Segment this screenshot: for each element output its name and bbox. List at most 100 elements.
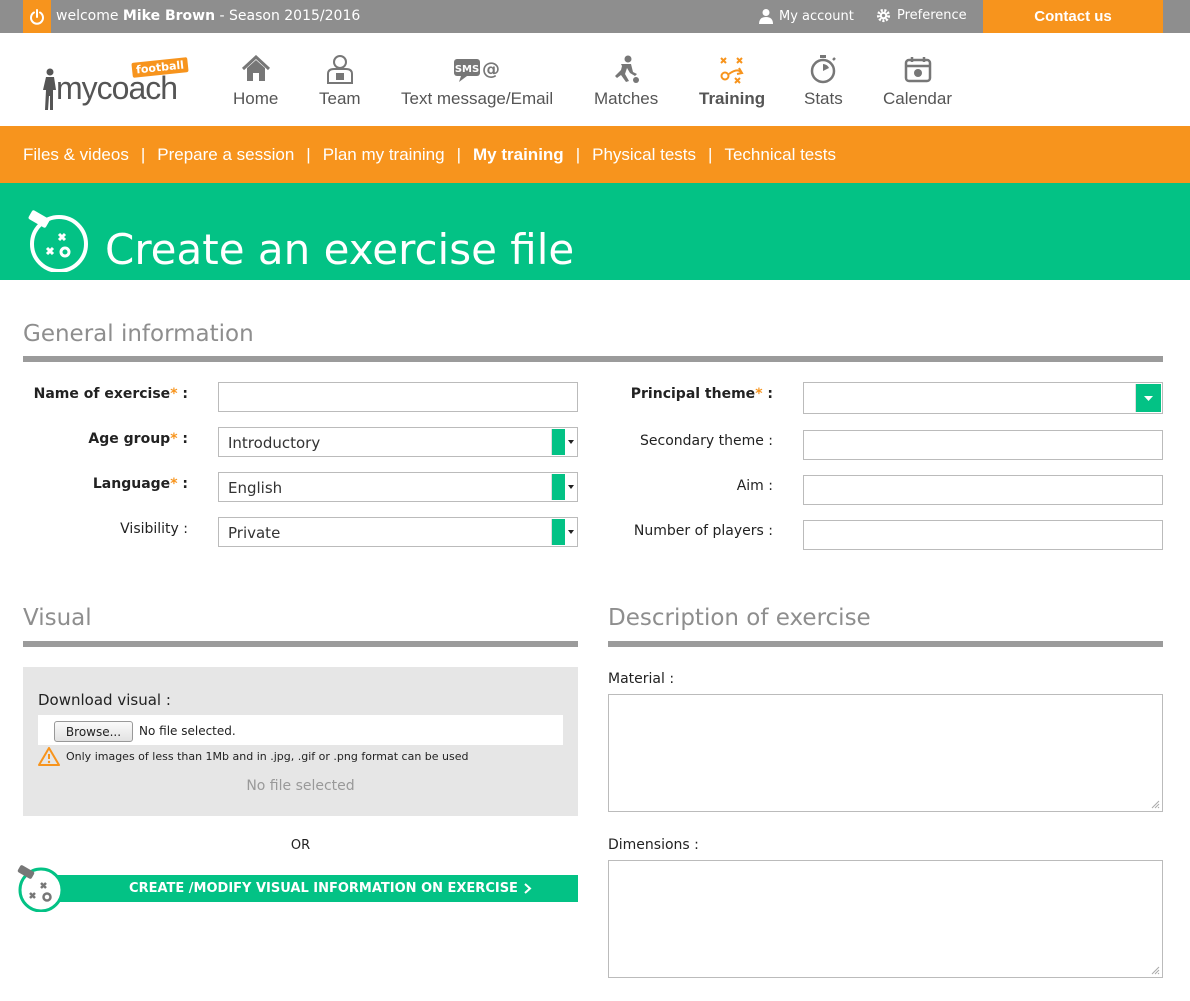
subnav-prepare-session[interactable]: Prepare a session — [157, 145, 294, 165]
nav-matches-label: Matches — [594, 89, 659, 108]
stopwatch-icon — [807, 53, 839, 85]
language-value: English — [228, 479, 283, 497]
caret-down-icon — [567, 530, 574, 534]
user-icon — [759, 9, 773, 24]
green-select-tab — [551, 519, 565, 545]
age-group-value: Introductory — [228, 434, 321, 452]
subnav-separator: | — [708, 144, 713, 164]
tactics-board-icon — [28, 210, 88, 272]
subnav-files-videos[interactable]: Files & videos — [23, 145, 129, 165]
visibility-select[interactable]: Private — [218, 517, 578, 547]
home-icon — [240, 53, 272, 85]
required-mark: * — [170, 386, 178, 402]
subnav-my-training[interactable]: My training — [473, 145, 564, 165]
visibility-label: Visibility : — [120, 521, 188, 537]
nav-training[interactable]: Training — [699, 53, 765, 113]
resize-grip-icon[interactable] — [1151, 966, 1160, 975]
season-label: - Season 2015/2016 — [219, 8, 361, 24]
age-group-label: Age group* : — [88, 431, 188, 447]
required-mark: * — [755, 386, 763, 402]
age-group-select[interactable]: Introductory — [218, 427, 578, 457]
mycoach-logo[interactable]: mycoach football — [40, 57, 200, 115]
my-account-link[interactable]: My account — [759, 8, 854, 24]
number-of-players-label: Number of players : — [633, 523, 773, 539]
sms-icon: SMS @ — [452, 53, 502, 85]
browse-button[interactable]: Browse... — [54, 721, 133, 742]
label-colon: : — [762, 386, 773, 402]
tactics-board-icon — [17, 865, 64, 912]
welcome-prefix: welcome — [56, 8, 119, 24]
name-label-text: Name of exercise — [33, 386, 171, 402]
nav-team-label: Team — [319, 89, 361, 108]
nav-team[interactable]: Team — [319, 53, 361, 113]
user-name: Mike Brown — [122, 8, 216, 24]
subnav-plan-training[interactable]: Plan my training — [323, 145, 445, 165]
nav-matches[interactable]: Matches — [594, 53, 658, 113]
subnav-physical-tests[interactable]: Physical tests — [592, 145, 696, 165]
language-label: Language* : — [93, 476, 188, 492]
language-select[interactable]: English — [218, 472, 578, 502]
subnav-separator: | — [306, 144, 311, 164]
svg-text:SMS: SMS — [455, 64, 479, 75]
secondary-theme-label: Secondary theme : — [640, 433, 773, 449]
select-arrow-button[interactable] — [564, 474, 576, 500]
material-textarea[interactable] — [608, 694, 1163, 812]
age-label-text: Age group — [88, 431, 171, 447]
name-of-exercise-input[interactable] — [218, 382, 578, 412]
subnav-separator: | — [140, 144, 146, 164]
preference-label: Preference — [897, 8, 967, 23]
label-colon: : — [177, 476, 188, 492]
material-label: Material : — [608, 671, 675, 687]
subnav-separator: | — [456, 144, 462, 164]
number-of-players-input[interactable] — [803, 520, 1163, 550]
file-status: No file selected. — [139, 724, 236, 738]
dimensions-label: Dimensions : — [608, 837, 699, 853]
logo-text: mycoach — [56, 70, 178, 106]
main-header: mycoach football Home Team SMS @ Text me… — [0, 33, 1190, 126]
gear-icon — [876, 8, 891, 23]
caret-down-icon — [567, 440, 574, 444]
principal-theme-select[interactable] — [803, 382, 1163, 414]
file-input[interactable]: Browse... No file selected. — [38, 715, 563, 745]
principal-theme-arrow[interactable] — [1135, 384, 1161, 412]
select-arrow-button[interactable] — [564, 519, 576, 545]
contact-us-button[interactable]: Contact us — [983, 0, 1163, 33]
nav-home[interactable]: Home — [233, 53, 278, 113]
nav-stats[interactable]: Stats — [804, 53, 843, 113]
name-of-exercise-label: Name of exercise* : — [34, 386, 188, 402]
or-separator: OR — [290, 838, 311, 853]
resize-grip-icon[interactable] — [1151, 800, 1160, 809]
nav-stats-label: Stats — [804, 89, 843, 108]
create-visual-label: CREATE /MODIFY VISUAL INFORMATION ON EXE… — [129, 881, 518, 896]
matches-icon — [610, 53, 642, 85]
dimensions-textarea[interactable] — [608, 860, 1163, 978]
file-warning: Only images of less than 1Mb and in .jpg… — [38, 747, 469, 766]
label-colon: : — [177, 431, 188, 447]
subnav-technical-tests[interactable]: Technical tests — [724, 145, 836, 165]
select-arrow-button[interactable] — [564, 429, 576, 455]
logout-button[interactable] — [23, 0, 51, 33]
chevron-right-icon — [524, 883, 532, 894]
training-subnav: Files & videos | Prepare a session | Pla… — [0, 126, 1190, 183]
required-mark: * — [170, 476, 178, 492]
nav-calendar[interactable]: Calendar — [883, 53, 952, 113]
welcome-text: welcome Mike Brown - Season 2015/2016 — [56, 8, 360, 24]
aim-label: Aim : — [736, 478, 773, 494]
secondary-theme-input[interactable] — [803, 430, 1163, 460]
general-info-heading: General information — [23, 321, 254, 347]
preference-link[interactable]: Preference — [876, 8, 967, 23]
nav-home-label: Home — [233, 89, 279, 108]
general-info-rule — [23, 356, 1163, 362]
warning-text: Only images of less than 1Mb and in .jpg… — [66, 750, 469, 763]
aim-input[interactable] — [803, 475, 1163, 505]
logo-badge: football — [131, 57, 189, 78]
nav-training-label: Training — [699, 89, 766, 108]
green-select-tab — [551, 474, 565, 500]
language-label-text: Language — [92, 476, 171, 492]
nav-text-message-email[interactable]: SMS @ Text message/Email — [401, 53, 553, 113]
page-title: Create an exercise file — [105, 225, 575, 274]
svg-text:@: @ — [482, 59, 500, 80]
create-modify-visual-button[interactable]: CREATE /MODIFY VISUAL INFORMATION ON EXE… — [43, 875, 578, 902]
page-banner: Create an exercise file — [0, 183, 1190, 280]
caret-down-icon — [1144, 395, 1153, 401]
